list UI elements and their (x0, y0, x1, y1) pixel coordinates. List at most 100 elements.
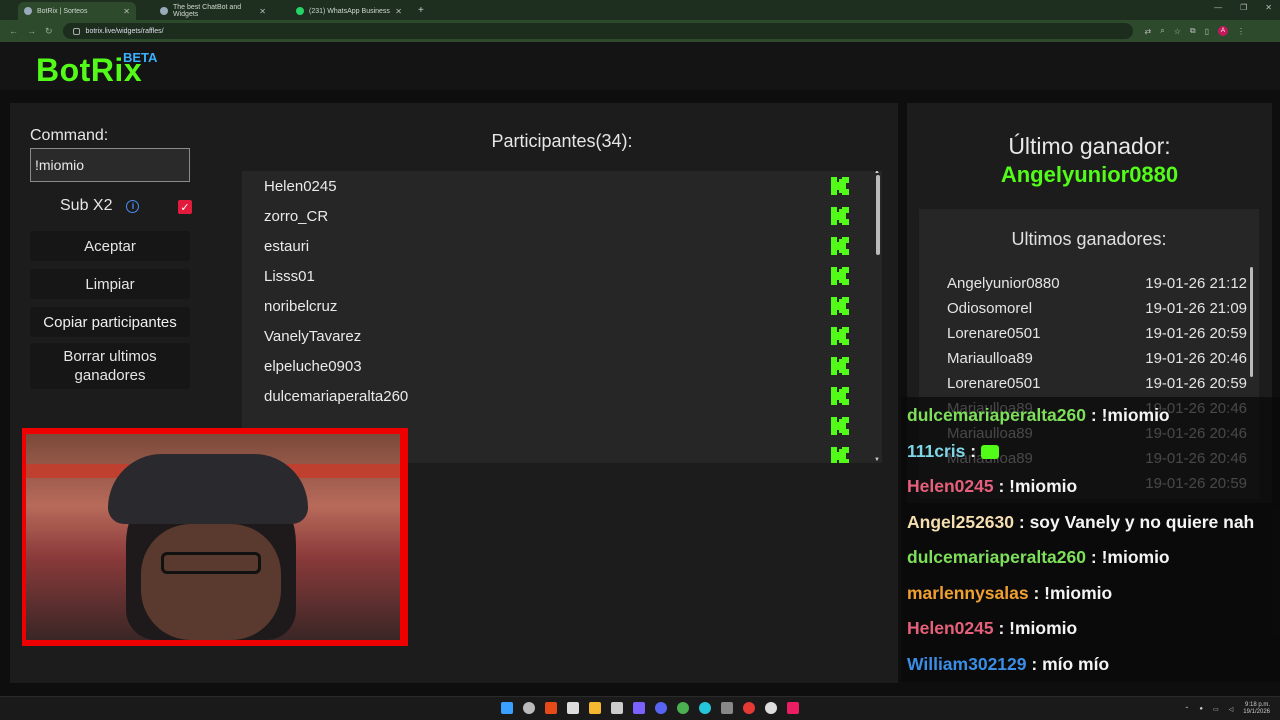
back-icon[interactable]: ← (9, 26, 18, 36)
scroll-down-icon[interactable]: ▼ (874, 457, 880, 463)
winner-history-row: Mariaulloa89 19-01-26 20:46 (947, 350, 1247, 367)
winner-history-row: Angelyunior0880 19-01-26 21:12 (947, 275, 1247, 292)
participant-row: Helen0245 (242, 171, 882, 201)
new-tab-icon[interactable]: + (418, 5, 424, 16)
chat-message: marlennysalas : !miomio (907, 583, 1112, 604)
sub-x2-row: Sub X2 i (60, 197, 140, 215)
system-tray: ⌃ ● ▭ ◁ 9:18 p.m. 19/1/2026 (1184, 702, 1270, 716)
translate-icon[interactable]: ⇄ (1145, 27, 1152, 36)
info-icon[interactable]: i (126, 199, 140, 213)
start-icon[interactable] (501, 702, 513, 714)
chat-separator: : (965, 440, 981, 461)
sub-x2-checkbox[interactable]: ✓ (178, 200, 192, 214)
chat-message: dulcemariaperalta260 : !miomio (907, 547, 1170, 568)
chat-separator: : (1028, 582, 1045, 603)
glasses (161, 552, 261, 574)
winner-history-row: Lorenare0501 19-01-26 20:59 (947, 325, 1247, 342)
chat-separator: : (1026, 653, 1043, 674)
tab-whatsapp[interactable]: (231) WhatsApp Business ✕ (290, 2, 408, 20)
obs-icon[interactable] (633, 702, 645, 714)
chat-text: soy Vanely y no quiere nah (1029, 511, 1255, 532)
chat-username: dulcemariaperalta260 (907, 405, 1086, 425)
chat-message: Helen0245 : !miomio (907, 476, 1077, 497)
close-icon[interactable]: ✕ (395, 7, 402, 16)
extensions-icon[interactable]: ⧉ (1190, 26, 1196, 36)
close-icon[interactable]: ✕ (123, 7, 130, 16)
taskbar: ⌃ ● ▭ ◁ 9:18 p.m. 19/1/2026 (0, 696, 1280, 720)
url-field[interactable]: botrix.live/widgets/raffles/ (62, 23, 1133, 39)
copy-participants-button[interactable]: Copiar participantes (30, 307, 190, 337)
forward-icon[interactable]: → (27, 26, 36, 36)
minimize-icon[interactable]: — (1214, 3, 1222, 12)
tray-chevron-icon[interactable]: ⌃ (1184, 706, 1189, 713)
kick-icon (831, 327, 849, 345)
tiktok-icon[interactable] (787, 702, 799, 714)
network-icon[interactable]: ▭ (1213, 706, 1219, 713)
delete-winners-button[interactable]: Borrar ultimos ganadores (30, 343, 190, 389)
participant-row: zorro_CR (242, 201, 882, 231)
tab-chatbot[interactable]: The best ChatBot and Widgets ✕ (154, 2, 272, 20)
beta-badge: BETA (123, 50, 158, 65)
task-view-icon[interactable] (567, 702, 579, 714)
last-winner-title: Último ganador: (1008, 133, 1171, 159)
reload-icon[interactable]: ↻ (45, 26, 53, 37)
tab-label: The best ChatBot and Widgets (173, 4, 242, 18)
last-winner-name: Angelyunior0880 (1000, 162, 1179, 187)
kick-icon (831, 267, 849, 285)
bookmark-star-icon[interactable]: ☆ (1174, 27, 1181, 36)
chat-separator: : (1014, 511, 1030, 532)
volume-icon[interactable]: ◁ (1229, 706, 1234, 713)
close-window-icon[interactable]: ✕ (1265, 3, 1272, 12)
menu-icon[interactable]: ⋮ (1237, 27, 1245, 36)
app-icon[interactable] (721, 702, 733, 714)
winner-history-name: Lorenare0501 (947, 375, 1041, 392)
kick-icon (831, 207, 849, 225)
participant-name: zorro_CR (264, 207, 329, 225)
participant-name: estauri (264, 237, 310, 255)
whatsapp-icon (296, 7, 304, 15)
participant-name: noribelcruz (264, 297, 338, 315)
settings-icon[interactable] (765, 702, 777, 714)
winner-history-name: Angelyunior0880 (947, 275, 1060, 292)
participant-row: VanelyTavarez (242, 321, 882, 351)
store-icon[interactable] (611, 702, 623, 714)
chat-message: 111cris : (907, 441, 999, 462)
app-icon[interactable] (743, 702, 755, 714)
zoom-icon[interactable]: ⌕ (1160, 26, 1164, 36)
close-icon[interactable]: ✕ (259, 7, 266, 16)
brave-icon[interactable] (545, 702, 557, 714)
participant-name: dulcemariaperalta260 (264, 387, 409, 405)
tab-botrix[interactable]: BotRix | Sorteos ✕ (18, 2, 136, 20)
command-input[interactable]: !miomio (30, 148, 190, 182)
sidebar-icon[interactable]: ▯ (1205, 27, 1209, 36)
chrome-profile-icon[interactable] (699, 702, 711, 714)
participant-name: elpeluche0903 (264, 357, 362, 375)
kick-icon (831, 357, 849, 375)
site-info-icon[interactable] (72, 27, 80, 35)
clock[interactable]: 9:18 p.m. 19/1/2026 (1243, 702, 1270, 716)
chat-message: William302129 : mío mío (907, 654, 1109, 675)
page-header: BotRix BETA (0, 42, 1280, 90)
participant-row: Lisss01 (242, 261, 882, 291)
tab-label: BotRix | Sorteos (37, 7, 88, 15)
clock-date: 19/1/2026 (1243, 709, 1270, 715)
participants-scrollbar[interactable] (876, 175, 880, 255)
file-explorer-icon[interactable] (589, 702, 601, 714)
face (141, 524, 281, 640)
accept-button[interactable]: Aceptar (30, 231, 190, 261)
chat-text: !miomio (1101, 547, 1170, 567)
chrome-icon[interactable] (677, 702, 689, 714)
chat-separator: : (993, 618, 1010, 638)
search-icon[interactable] (523, 702, 535, 714)
kick-icon (831, 417, 849, 435)
profile-avatar[interactable]: A (1218, 26, 1229, 36)
kick-icon (831, 447, 849, 463)
microphone-icon[interactable]: ● (1199, 706, 1203, 712)
participant-row: elpeluche0903 (242, 351, 882, 381)
history-scrollbar[interactable] (1250, 267, 1253, 377)
chat-username: William302129 (907, 653, 1027, 674)
participants-list[interactable]: Helen0245 zorro_CRestauri Lisss01 noribelcr… (242, 171, 882, 463)
clear-button[interactable]: Limpiar (30, 269, 190, 299)
maximize-icon[interactable]: ❐ (1240, 3, 1247, 12)
discord-icon[interactable] (655, 702, 667, 714)
